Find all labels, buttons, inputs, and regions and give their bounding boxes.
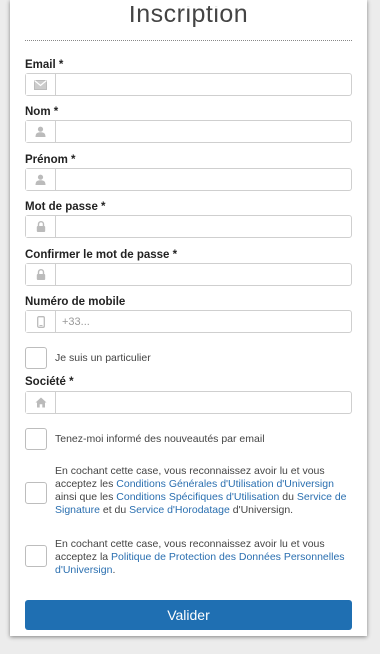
lock-icon	[26, 264, 56, 285]
user-icon	[26, 121, 56, 142]
envelope-icon	[26, 74, 56, 95]
particulier-checkbox[interactable]	[25, 347, 47, 369]
nom-label: Nom *	[25, 106, 59, 118]
lock-icon	[26, 216, 56, 237]
title-divider	[25, 40, 352, 41]
password-confirm-field[interactable]	[56, 264, 351, 285]
home-icon	[26, 392, 56, 413]
nom-field-wrapper	[25, 120, 352, 143]
privacy-checkbox[interactable]	[25, 545, 47, 567]
mobile-label: Numéro de mobile	[25, 296, 126, 308]
submit-button[interactable]: Valider	[25, 600, 352, 630]
password-field-wrapper	[25, 215, 352, 238]
prenom-field[interactable]	[56, 169, 351, 190]
particulier-label: Je suis un particulier	[55, 352, 151, 364]
newsletter-checkbox[interactable]	[25, 428, 47, 450]
mobile-icon	[26, 311, 56, 332]
mobile-field[interactable]	[56, 311, 351, 332]
cgu-checkbox[interactable]	[25, 482, 47, 504]
service-horodatage-link[interactable]: Service d'Horodatage	[129, 504, 230, 516]
cgu-label: En cochant cette case, vous reconnaissez…	[55, 465, 347, 516]
newsletter-label: Tenez-moi informé des nouveautés par ema…	[55, 433, 265, 445]
email-label: Email *	[25, 59, 64, 71]
password-confirm-field-wrapper	[25, 263, 352, 286]
registration-form: Inscription Email * Nom * Prénom * Mot d…	[10, 0, 367, 636]
email-field-wrapper	[25, 73, 352, 96]
societe-field-wrapper	[25, 391, 352, 414]
societe-field[interactable]	[56, 392, 351, 413]
password-confirm-label: Confirmer le mot de passe *	[25, 249, 178, 261]
user-icon	[26, 169, 56, 190]
email-field[interactable]	[56, 74, 351, 95]
cgu-link[interactable]: Conditions Générales d'Utilisation d'Uni…	[116, 478, 334, 490]
prenom-label: Prénom *	[25, 154, 76, 166]
privacy-label: En cochant cette case, vous reconnaissez…	[55, 538, 345, 576]
prenom-field-wrapper	[25, 168, 352, 191]
mobile-field-wrapper	[25, 310, 352, 333]
password-label: Mot de passe *	[25, 201, 106, 213]
password-field[interactable]	[56, 216, 351, 237]
nom-field[interactable]	[56, 121, 351, 142]
societe-label: Société *	[25, 376, 74, 388]
page-title: Inscription	[128, 6, 249, 28]
csu-link[interactable]: Conditions Spécifiques d'Utilisation	[116, 491, 279, 503]
